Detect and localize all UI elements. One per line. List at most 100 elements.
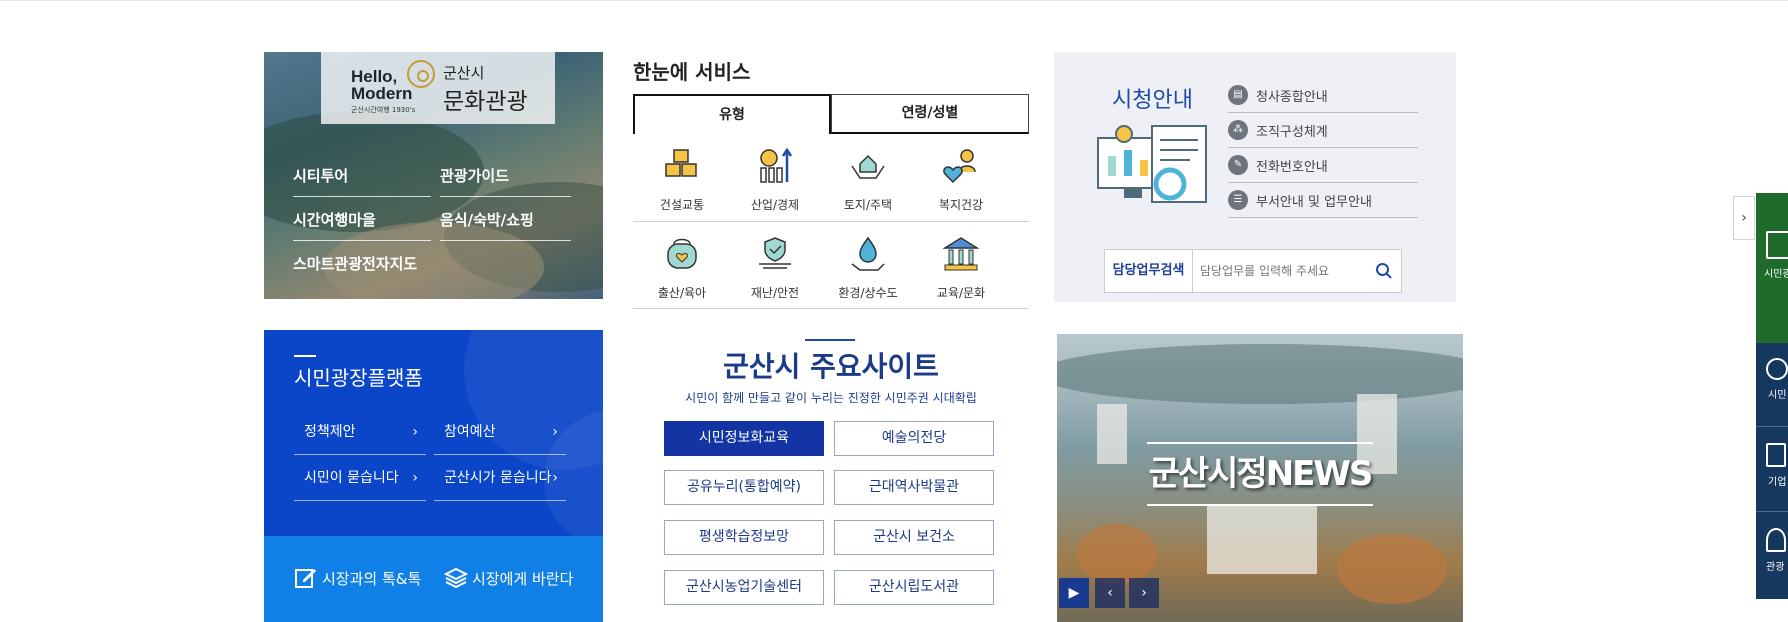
talk-with-mayor-label: 시장과의 톡&톡 xyxy=(322,569,422,588)
tourism-link-city-tour[interactable]: 시티투어 xyxy=(293,165,431,197)
service-title: 한눈에 서비스 xyxy=(633,60,751,84)
building-icon xyxy=(1766,443,1786,467)
service-item-construction[interactable]: 건설교통 xyxy=(637,146,727,213)
city-hall-link-label: 부서안내 및 업무안내 xyxy=(1256,194,1372,210)
sites-subtitle: 시민이 함께 만들고 같이 누리는 진정한 시민주권 시대확립 xyxy=(685,391,977,405)
chevron-right-icon: › xyxy=(412,470,418,486)
tourism-link-guide[interactable]: 관광가이드 xyxy=(440,165,571,197)
service-item-safety[interactable]: 재난/안전 xyxy=(730,234,820,301)
tree-shape xyxy=(1077,524,1157,584)
citizen-plaza-panel: 시민광장플랫폼 정책제안 › 참여예산 › 시민이 묻습니다 › 군산시가 묻습니다 ›… xyxy=(264,330,603,622)
plaza-link-label: 군산시가 묻습니다 xyxy=(444,470,552,486)
site-button-library[interactable]: 군산시립도서관 xyxy=(834,570,994,605)
person-icon xyxy=(1766,358,1788,380)
top-divider xyxy=(0,0,1788,1)
service-item-land[interactable]: 토지/주택 xyxy=(823,146,913,213)
quick-menu-tourism[interactable]: 관광 xyxy=(1756,528,1788,573)
wish-to-mayor-button[interactable]: 시장에게 바란다 xyxy=(444,566,573,590)
chevron-right-icon: › xyxy=(552,470,558,486)
plaza-link-citizen-ask[interactable]: 시민이 묻습니다 › xyxy=(294,456,426,501)
document-icon xyxy=(1766,231,1788,259)
quick-menu-label: 시민 xyxy=(1768,390,1787,401)
tab-type[interactable]: 유형 xyxy=(633,94,831,134)
house-hands-icon xyxy=(851,154,885,179)
institution-icon xyxy=(942,237,980,271)
safety-check-icon xyxy=(759,237,791,269)
citizen-plaza-title: 시민광장플랫폼 xyxy=(294,366,423,390)
site-button-lifelong-learning[interactable]: 평생학습정보망 xyxy=(664,520,824,555)
plaza-link-label: 참여예산 xyxy=(444,424,496,440)
tab-age-gender[interactable]: 연령/성별 xyxy=(831,94,1029,134)
city-hall-link[interactable]: ☰ 부서안내 및 업무안내 xyxy=(1228,183,1418,218)
service-label: 환경/상수도 xyxy=(838,286,898,300)
service-label: 토지/주택 xyxy=(843,198,893,212)
city-hall-link[interactable]: ▤ 청사종합안내 xyxy=(1228,78,1418,113)
duty-search-input[interactable] xyxy=(1200,256,1365,286)
tree-icon xyxy=(1766,528,1786,552)
site-button-history-museum[interactable]: 근대역사박물관 xyxy=(834,470,994,505)
quick-menu-citizen[interactable]: 시민 xyxy=(1756,358,1788,401)
site-button-sharing[interactable]: 공유누리(통합예약) xyxy=(664,470,824,505)
service-item-environment[interactable]: 환경/상수도 xyxy=(823,234,913,301)
play-button[interactable]: ▶ xyxy=(1059,578,1089,608)
plaza-link-label: 시민이 묻습니다 xyxy=(304,470,399,486)
tourism-logo[interactable]: Hello, Modern 군산시간여행 1930's 군산시 문화관광 xyxy=(321,52,555,124)
tourism-link-smart-map[interactable]: 스마트관광전자지도 xyxy=(293,253,417,284)
clock-icon xyxy=(407,60,435,88)
quick-menu-plaza[interactable]: 시민광장 플랫폼 xyxy=(1756,231,1788,280)
site-button-health-center[interactable]: 군산시 보건소 xyxy=(834,520,994,555)
site-button-info-education[interactable]: 시민정보화교육 xyxy=(664,421,824,456)
city-hall-link-label: 조직구성체계 xyxy=(1256,124,1328,140)
city-news-logo: 군산시정NEWS xyxy=(1147,442,1373,506)
quick-menu-business[interactable]: 기업 xyxy=(1756,443,1788,488)
plaza-link-budget[interactable]: 참여예산 › xyxy=(434,410,566,455)
water-drop-icon xyxy=(851,236,885,271)
city-hall-title: 시청안내 xyxy=(1112,88,1193,113)
duty-search-label: 담당업무검색 xyxy=(1105,250,1193,292)
chart-growth-icon xyxy=(760,147,793,183)
service-label: 출산/육아 xyxy=(657,286,707,300)
plaza-link-policy[interactable]: 정책제안 › xyxy=(294,410,426,455)
tourism-banner[interactable]: Hello, Modern 군산시간여행 1930's 군산시 문화관광 시티투… xyxy=(264,52,603,299)
quick-menu-label: 관광 xyxy=(1766,562,1785,573)
city-hall-links: ▤ 청사종합안내 ⁂ 조직구성체계 ✎ 전화번호안내 ☰ 부서안내 및 업무안내 xyxy=(1228,78,1418,218)
wish-to-mayor-label: 시장에게 바란다 xyxy=(472,569,574,588)
quick-menu-navy: 시민 기업 관광 xyxy=(1756,343,1788,599)
service-item-industry[interactable]: 산업/경제 xyxy=(730,146,820,213)
tourism-link-food[interactable]: 음식/숙박/쇼핑 xyxy=(440,209,571,241)
city-hall-link[interactable]: ⁂ 조직구성체계 xyxy=(1228,113,1418,148)
service-item-childbirth[interactable]: 출산/육아 xyxy=(637,234,727,301)
quick-menu-toggle[interactable]: › xyxy=(1733,196,1755,240)
quick-menu-label: 기업 xyxy=(1768,477,1787,488)
logo-subtitle: 군산시간여행 1930's xyxy=(351,106,416,114)
building-shape xyxy=(1207,504,1317,574)
talk-with-mayor-button[interactable]: 시장과의 톡&톡 xyxy=(294,566,421,590)
quick-menu-separator xyxy=(1756,426,1788,427)
service-label: 건설교통 xyxy=(659,198,705,212)
logo-modern: Modern xyxy=(351,84,413,103)
duty-search: 담당업무검색 xyxy=(1104,249,1402,293)
service-item-welfare[interactable]: 복지건강 xyxy=(916,146,1006,213)
quick-menu-label: 시민광장 플랫폼 xyxy=(1764,269,1788,280)
building-shape xyxy=(1097,404,1127,464)
city-hall-link[interactable]: ✎ 전화번호안내 xyxy=(1228,148,1418,183)
service-label: 산업/경제 xyxy=(750,198,800,212)
quick-menu-separator xyxy=(1756,511,1788,512)
service-label: 교육/문화 xyxy=(936,286,986,300)
boxes-icon xyxy=(665,149,697,177)
prev-button[interactable]: ‹ xyxy=(1095,578,1125,608)
site-button-arts-center[interactable]: 예술의전당 xyxy=(834,421,994,456)
tourism-link-time-village[interactable]: 시간여행마을 xyxy=(293,209,431,241)
sites-title-bar xyxy=(805,339,855,341)
service-item-education[interactable]: 교육/문화 xyxy=(916,234,1006,301)
next-button[interactable]: › xyxy=(1129,578,1159,608)
city-news-banner[interactable]: 군산시정NEWS ▶ ‹ › xyxy=(1057,334,1463,622)
page: Hello, Modern 군산시간여행 1930's 군산시 문화관광 시티투… xyxy=(0,0,1788,622)
site-button-agri-center[interactable]: 군산시농업기술센터 xyxy=(664,570,824,605)
search-icon[interactable] xyxy=(1375,262,1393,280)
plaza-link-city-ask[interactable]: 군산시가 묻습니다 › xyxy=(434,456,566,501)
baby-bag-icon xyxy=(667,238,697,269)
title-dash xyxy=(294,355,316,357)
service-tabs: 유형 연령/성별 xyxy=(633,94,1029,134)
list-icon: ☰ xyxy=(1228,190,1248,210)
